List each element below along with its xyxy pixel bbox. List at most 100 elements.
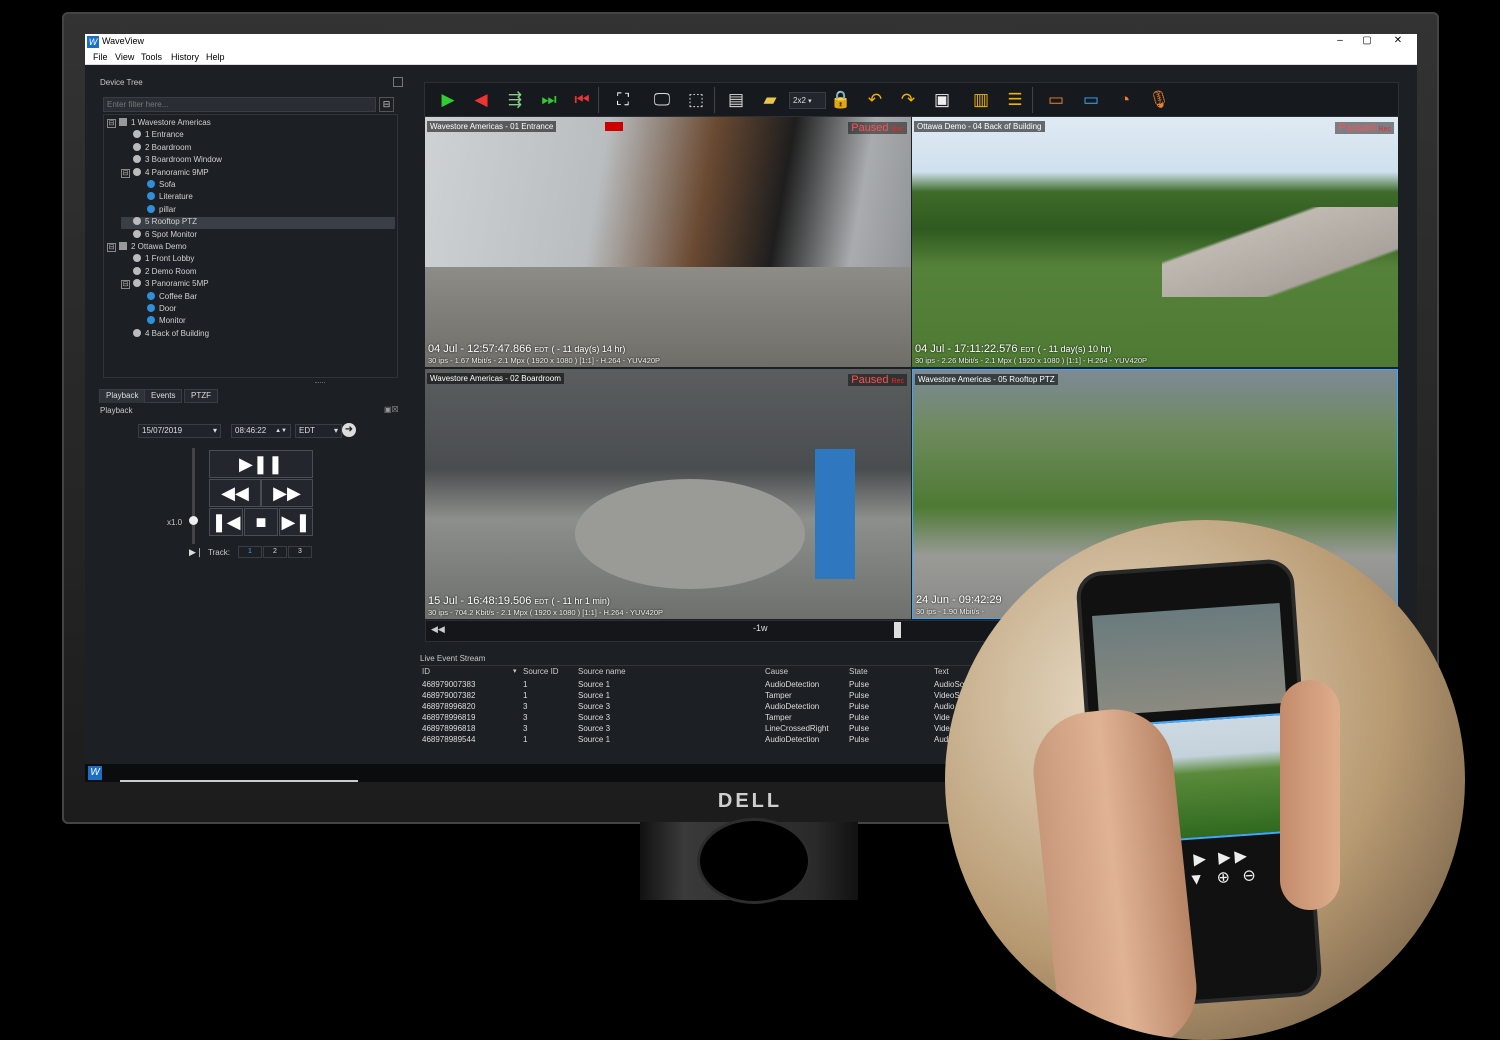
tab-ptzf[interactable]: PTZF (184, 389, 218, 403)
clock-icon[interactable]: ◔ (1114, 89, 1136, 111)
tree-item[interactable]: ⊟ 1 Wavestore Americas (107, 118, 211, 130)
monitor-icon[interactable]: 🖵 (651, 89, 673, 111)
event-cell[interactable]: Tamper (765, 713, 792, 722)
video-tile-2[interactable]: Ottawa Demo - 04 Back of Building Paused… (912, 117, 1398, 367)
play-pause-button[interactable]: ▶❚❚ (209, 450, 313, 478)
device-filter-input[interactable]: Enter filter here... (103, 97, 376, 112)
event-cell[interactable]: Pulse (849, 724, 869, 733)
event-cell[interactable]: 3 (523, 724, 527, 733)
tree-item[interactable]: 4 Back of Building (121, 328, 209, 341)
event-cell[interactable]: 1 (523, 680, 527, 689)
collapse-toggle-icon[interactable]: ⊟ (107, 119, 116, 128)
tree-item[interactable]: ⊟ 2 Ottawa Demo (107, 242, 187, 254)
collapse-all-button[interactable]: ⊟ (379, 97, 394, 112)
collapse-toggle-icon[interactable]: ⊟ (121, 168, 130, 178)
play-forward-icon[interactable]: ▶ (437, 89, 459, 111)
tree-item[interactable]: Sofa (135, 180, 175, 192)
column-header-id[interactable]: ID (422, 667, 430, 676)
open-folder-icon[interactable]: ▰ (759, 89, 781, 111)
fast-forward-button[interactable]: ▶▶ (261, 479, 313, 507)
timeline-back-icon[interactable]: ◀◀ (431, 624, 445, 635)
panel-controls-icon[interactable]: ▣☒ (384, 405, 399, 414)
menu-help[interactable]: Help (206, 52, 225, 62)
track-3-button[interactable]: 3 (288, 546, 312, 558)
tree-item[interactable]: Monitor (135, 316, 186, 328)
timeline-icon[interactable]: ▭ (1045, 89, 1067, 111)
image-settings-icon[interactable]: ▣ (931, 89, 953, 111)
time-spinner[interactable]: 08:46:22 ▲▼ (231, 424, 291, 438)
step-back-icon[interactable]: ⏮ (571, 89, 593, 111)
rewind-button[interactable]: ◀◀ (209, 479, 261, 507)
event-cell[interactable]: Source 3 (578, 724, 610, 733)
event-cell[interactable]: VideoS (934, 691, 960, 700)
maximize-button[interactable]: ▢ (1358, 35, 1376, 46)
event-cell[interactable]: 468978996819 (422, 713, 475, 722)
event-cell[interactable]: Pulse (849, 691, 869, 700)
tree-item[interactable]: 1 Entrance (121, 130, 184, 142)
taskbar-app-icon[interactable]: W (88, 766, 102, 780)
tree-item[interactable]: Door (135, 304, 176, 316)
column-header-source-id[interactable]: Source ID (523, 667, 559, 676)
event-cell[interactable]: 1 (523, 691, 527, 700)
undo-icon[interactable]: ↶ (864, 89, 886, 111)
event-cell[interactable]: AudioDetection (765, 735, 819, 744)
event-cell[interactable]: 468978996818 (422, 724, 475, 733)
menu-tools[interactable]: Tools (141, 52, 162, 62)
layout-select[interactable]: 2x2 ▾ (789, 92, 826, 109)
column-header-state[interactable]: State (849, 667, 868, 676)
event-cell[interactable]: Source 3 (578, 702, 610, 711)
play-reverse-icon[interactable]: ◀ (470, 89, 492, 111)
region-select-icon[interactable]: ⬚ (685, 89, 707, 111)
tree-item[interactable]: 3 Boardroom Window (121, 155, 222, 167)
fullscreen-icon[interactable]: ⛶ (612, 89, 634, 111)
splitter-handle[interactable] (315, 382, 325, 385)
menu-view[interactable]: View (115, 52, 134, 62)
menu-history[interactable]: History (171, 52, 199, 62)
list-settings-icon[interactable]: ☰ (1004, 89, 1026, 111)
event-cell[interactable]: Aud (934, 735, 948, 744)
event-cell[interactable]: Source 1 (578, 691, 610, 700)
close-button[interactable]: ✕ (1389, 35, 1407, 46)
menu-file[interactable]: File (93, 52, 108, 62)
stop-button[interactable]: ■ (244, 508, 278, 536)
event-cell[interactable]: Pulse (849, 713, 869, 722)
timeline-cursor[interactable] (894, 622, 901, 638)
undock-icon[interactable] (393, 77, 403, 87)
event-cell[interactable]: 468978996820 (422, 702, 475, 711)
collapse-toggle-icon[interactable]: ⊟ (121, 280, 130, 290)
play-track-icon[interactable]: ▶❘ (189, 547, 203, 558)
tree-item[interactable]: Literature (135, 192, 193, 204)
track-2-button[interactable]: 2 (263, 546, 287, 558)
skip-back-button[interactable]: ❚◀ (209, 508, 243, 536)
tree-item[interactable]: ⊟ 4 Panoramic 9MP (121, 167, 209, 180)
event-cell[interactable]: Pulse (849, 735, 869, 744)
video-tile-1[interactable]: Wavestore Americas - 01 Entrance Paused R… (425, 117, 911, 367)
event-cell[interactable]: LineCrossedRight (765, 724, 829, 733)
tree-item[interactable]: 2 Demo Room (121, 266, 197, 279)
sort-down-icon[interactable]: ▾ (513, 667, 517, 675)
tree-item[interactable]: 5 Rooftop PTZ (121, 217, 395, 230)
date-picker[interactable]: 15/07/2019 ▾ (138, 424, 221, 438)
tree-item[interactable]: Coffee Bar (135, 291, 197, 304)
event-cell[interactable]: 468978989544 (422, 735, 475, 744)
column-header-cause[interactable]: Cause (765, 667, 788, 676)
event-cell[interactable]: Source 3 (578, 713, 610, 722)
skip-forward-button[interactable]: ▶❚ (279, 508, 313, 536)
sync-all-icon[interactable]: ⇶ (504, 89, 526, 111)
tree-item[interactable]: ⊟ 3 Panoramic 5MP (121, 279, 209, 291)
go-arrow-button[interactable]: ➜ (342, 423, 356, 437)
event-cell[interactable]: 3 (523, 702, 527, 711)
event-cell[interactable]: 1 (523, 735, 527, 744)
event-cell[interactable]: 3 (523, 713, 527, 722)
tree-item[interactable]: pillar (135, 204, 176, 217)
video-tile-3[interactable]: Wavestore Americas - 02 Boardroom Paused… (425, 369, 911, 619)
equalizer-icon[interactable]: ▥ (970, 89, 992, 111)
lock-icon[interactable]: 🔒 (830, 89, 852, 111)
mute-microphone-icon[interactable]: 🎙 (1148, 89, 1170, 111)
event-cell[interactable]: Pulse (849, 680, 869, 689)
collapse-toggle-icon[interactable]: ⊟ (107, 243, 116, 252)
event-cell[interactable]: Vide (934, 724, 950, 733)
event-cell[interactable]: AudioDetection (765, 702, 819, 711)
event-cell[interactable]: 468979007383 (422, 680, 475, 689)
display-panel-icon[interactable]: ▭ (1080, 89, 1102, 111)
